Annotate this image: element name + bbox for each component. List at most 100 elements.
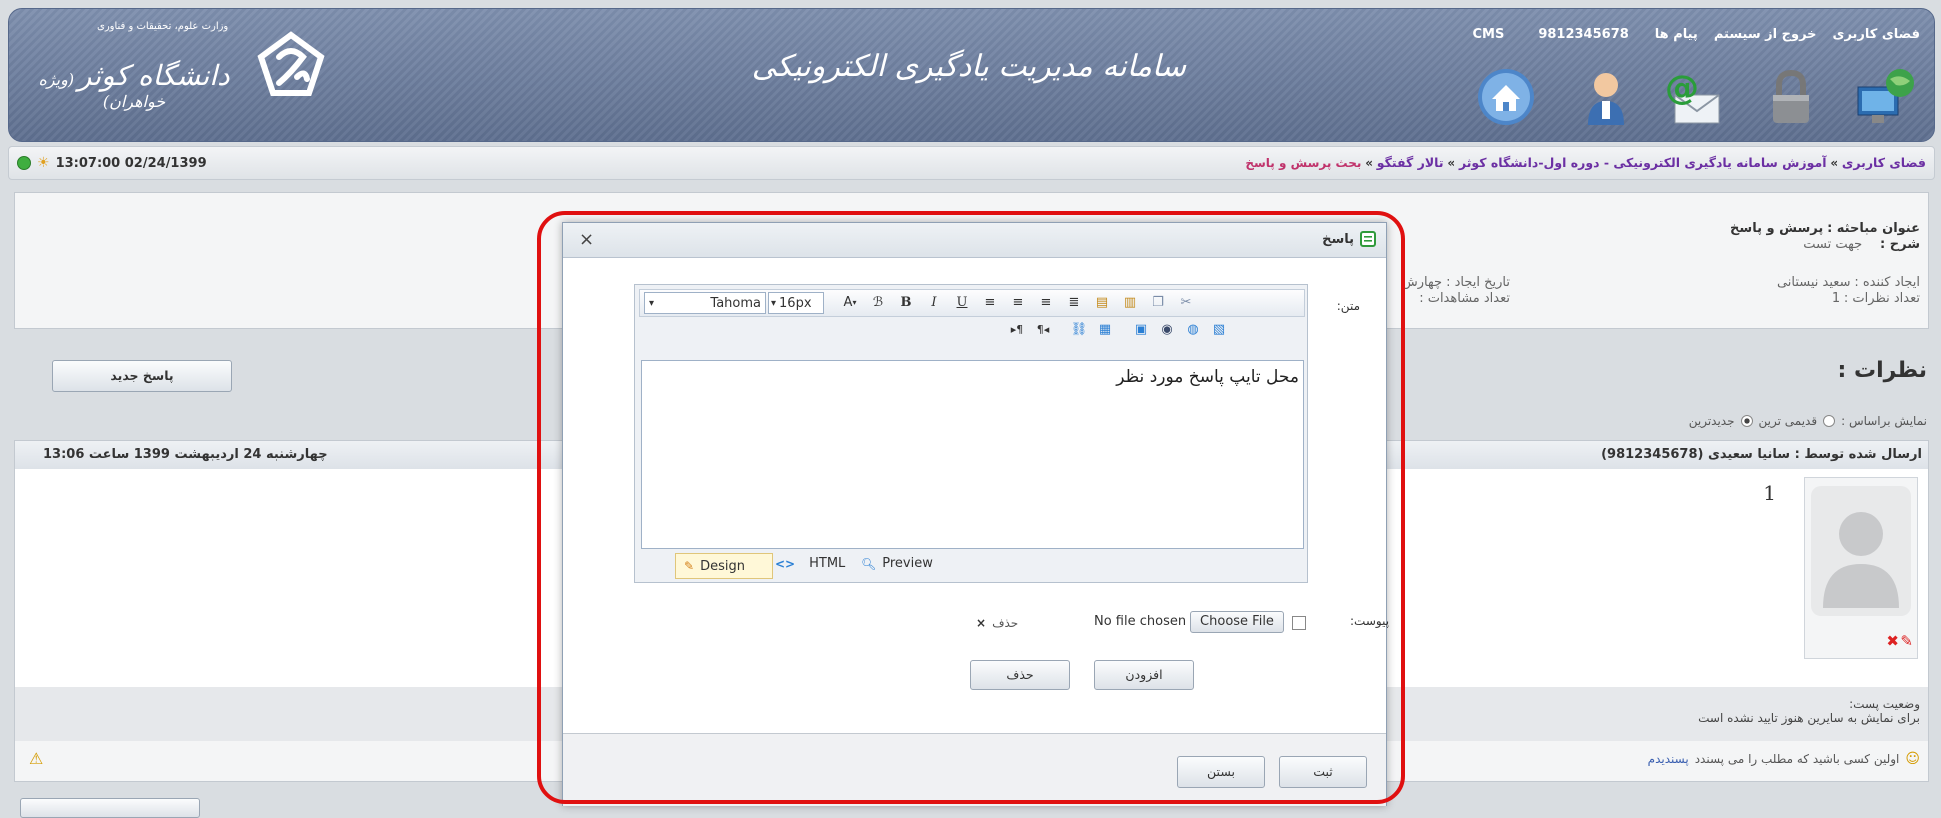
svg-text:@: @: [1665, 68, 1699, 108]
text-label: متن:: [1336, 299, 1360, 313]
flash-icon[interactable]: ◉: [1157, 319, 1177, 339]
font-family-value: Tahoma: [710, 295, 761, 311]
home-icon[interactable]: [1474, 65, 1538, 132]
like-prompt: اولین کسی باشید که مطلب را می پسندد: [1694, 752, 1900, 766]
computer-globe-icon[interactable]: [1854, 65, 1918, 132]
bold-icon[interactable]: B: [896, 292, 916, 312]
discussion-title-label: عنوان مباحثه :: [1827, 221, 1920, 236]
current-datetime: 13:07:00 02/24/1399: [55, 155, 207, 171]
discussion-desc-value: جهت تست: [1803, 237, 1863, 252]
ministry-text: وزارت علوم، تحقیقات و فناوری: [97, 21, 229, 32]
post-status-label: وضعیت پست:: [1849, 697, 1920, 711]
discussion-desc-label: شرح :: [1880, 237, 1920, 252]
avatar: [1811, 486, 1911, 616]
sort-oldest-radio[interactable]: [1823, 415, 1836, 427]
file-status: No file chosen: [1094, 614, 1187, 629]
form-icon: [1360, 231, 1376, 247]
lock-icon[interactable]: [1759, 65, 1823, 132]
breadcrumb-current: بحث پرسش و پاسخ: [1245, 156, 1362, 170]
created-date-label: تاریخ ایجاد : چهارش: [1401, 275, 1510, 290]
paste-word-icon[interactable]: ▤: [1092, 292, 1112, 312]
preview-mode-tab[interactable]: 🔍︎ Preview: [861, 556, 933, 571]
close-button[interactable]: بستن: [1177, 756, 1265, 788]
smiley-icon: ☺: [1905, 751, 1920, 767]
cut-icon[interactable]: ✂: [1176, 292, 1196, 312]
editor-content: محل تایپ پاسخ مورد نظر: [1116, 367, 1299, 387]
justify-icon[interactable]: ≣: [1064, 292, 1084, 312]
code-icon: <>: [775, 556, 796, 571]
like-line: ☺ اولین کسی باشید که مطلب را می پسندد پس…: [1648, 751, 1920, 767]
footer-button-partial[interactable]: [20, 798, 200, 818]
align-center-icon[interactable]: ≡: [1008, 292, 1028, 312]
table-icon[interactable]: ▦: [1095, 319, 1115, 339]
breadcrumb-item-forum[interactable]: تالار گفتگو: [1377, 155, 1444, 170]
html-mode-tab[interactable]: <> HTML: [775, 556, 845, 571]
comments-heading: نظرات :: [1837, 358, 1927, 383]
sort-oldest-label[interactable]: قدیمی ترین: [1759, 414, 1818, 428]
submit-button[interactable]: ثبت: [1279, 756, 1367, 788]
delete-link: حذف: [992, 616, 1019, 630]
edit-post-icon[interactable]: ✎: [1900, 632, 1913, 650]
pencil-icon: ✎: [684, 559, 695, 573]
align-left-icon[interactable]: ≡: [980, 292, 1000, 312]
underline-icon[interactable]: U: [952, 292, 972, 312]
mail-at-icon[interactable]: @: [1659, 65, 1723, 132]
copy-icon[interactable]: ❐: [1148, 292, 1168, 312]
breadcrumb-item-course[interactable]: آموزش سامانه یادگیری الکترونیکی - دوره ا…: [1459, 155, 1827, 170]
add-attachment-button[interactable]: افزودن: [1094, 660, 1194, 690]
breadcrumb-item-user-space[interactable]: فضای کاربری: [1842, 155, 1926, 170]
document-icon[interactable]: ▧: [1209, 319, 1229, 339]
site-header: وزارت علوم، تحقیقات و فناوری دانشگاه کوث…: [8, 8, 1935, 142]
post-date: چهارشنبه 24 اردیبهشت 1399 ساعت 13:06: [43, 447, 328, 462]
editor-mode-bar: ✎ Design <> HTML 🔍︎ Preview: [639, 553, 1299, 579]
font-color-icon[interactable]: A ▾: [840, 292, 860, 312]
author-avatar-box: ✖ ✎: [1804, 477, 1918, 659]
editor-toolbar-row-1: ▾ Tahoma ▾ 16px A ▾ ℬ B I U ≡ ≡ ≡ ≣ ▤ ▥ ❐…: [639, 289, 1305, 317]
attach-label: پیوست:: [1350, 614, 1390, 628]
design-mode-label: Design: [700, 558, 745, 574]
logout-link[interactable]: خروج از سیستم: [1714, 27, 1817, 42]
sort-newest-radio[interactable]: [1740, 415, 1753, 427]
font-size-select[interactable]: ▾ 16px: [768, 292, 824, 314]
clock-area: ☀ 13:07:00 02/24/1399: [17, 155, 207, 171]
editor-content-area[interactable]: محل تایپ پاسخ مورد نظر: [641, 360, 1304, 549]
sort-newest-label[interactable]: جدیدترین: [1689, 414, 1735, 428]
highlight-icon[interactable]: ℬ: [868, 292, 888, 312]
breadcrumb-separator: »: [1830, 156, 1839, 170]
header-links: فضای کاربری خروج از سیستم پیام ها 981234…: [1400, 27, 1920, 42]
kowsar-emblem-icon: [257, 31, 325, 96]
media-icon[interactable]: ◍: [1183, 319, 1203, 339]
warning-icon[interactable]: ⚠: [29, 749, 43, 768]
views-label: تعداد مشاهدات :: [1419, 291, 1510, 306]
paste-icon[interactable]: ▥: [1120, 292, 1140, 312]
refresh-icon[interactable]: [17, 156, 31, 170]
attach-checkbox[interactable]: [1292, 616, 1306, 630]
hyperlink-icon[interactable]: ⛓: [1069, 319, 1089, 339]
italic-icon[interactable]: I: [924, 292, 944, 312]
discussion-desc-row: شرح : جهت تست: [1803, 237, 1920, 252]
font-family-select[interactable]: ▾ Tahoma: [644, 292, 766, 314]
cms-link[interactable]: CMS: [1472, 27, 1504, 42]
align-right-icon[interactable]: ≡: [1036, 292, 1056, 312]
remove-attachment-button[interactable]: حذف: [970, 660, 1070, 690]
design-mode-tab[interactable]: ✎ Design: [675, 553, 773, 579]
rtl-icon[interactable]: ¶◂: [1033, 319, 1053, 339]
choose-file-button[interactable]: Choose File: [1190, 611, 1284, 633]
like-link[interactable]: پسندیدم: [1648, 752, 1689, 766]
user-profile-icon[interactable]: [1574, 65, 1638, 132]
ltr-icon[interactable]: ▸¶: [1007, 319, 1027, 339]
university-logo[interactable]: وزارت علوم، تحقیقات و فناوری دانشگاه کوث…: [19, 17, 389, 127]
close-icon[interactable]: ×: [579, 229, 594, 250]
html-mode-label: HTML: [809, 556, 846, 571]
delete-post-icon[interactable]: ✖: [1886, 632, 1899, 650]
font-size-value: 16px: [779, 295, 812, 311]
messages-link[interactable]: پیام ها: [1655, 27, 1698, 42]
dialog-title: پاسخ: [1322, 231, 1376, 247]
dialog-title-bar: × پاسخ: [563, 223, 1386, 258]
user-space-link[interactable]: فضای کاربری: [1833, 27, 1920, 42]
image-icon[interactable]: ▣: [1131, 319, 1151, 339]
delete-attachment[interactable]: حذف ×: [976, 616, 1018, 630]
user-id: 9812345678: [1538, 27, 1629, 42]
breadcrumb-separator: »: [1365, 156, 1373, 170]
new-reply-button[interactable]: پاسخ جدید: [52, 360, 232, 392]
